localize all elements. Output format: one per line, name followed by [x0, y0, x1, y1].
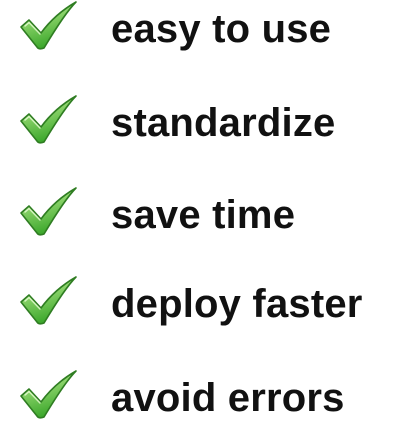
checklist-item: easy to use: [0, 0, 397, 64]
checklist-item-label: save time: [111, 193, 296, 237]
checklist-item: deploy faster: [0, 269, 397, 339]
checklist-item: standardize: [0, 88, 397, 158]
checklist-item: save time: [0, 180, 397, 250]
checkmark-icon: [18, 186, 80, 238]
checklist-item-label: easy to use: [111, 7, 332, 51]
checkmark-icon: [18, 369, 80, 421]
checkmark-icon: [18, 275, 80, 327]
checklist-item-label: deploy faster: [111, 282, 363, 326]
checkmark-icon: [18, 0, 80, 52]
checklist-item: avoid errors: [0, 363, 397, 433]
checklist-item-label: avoid errors: [111, 376, 345, 420]
checkmark-icon: [18, 94, 80, 146]
checklist-item-label: standardize: [111, 101, 336, 145]
